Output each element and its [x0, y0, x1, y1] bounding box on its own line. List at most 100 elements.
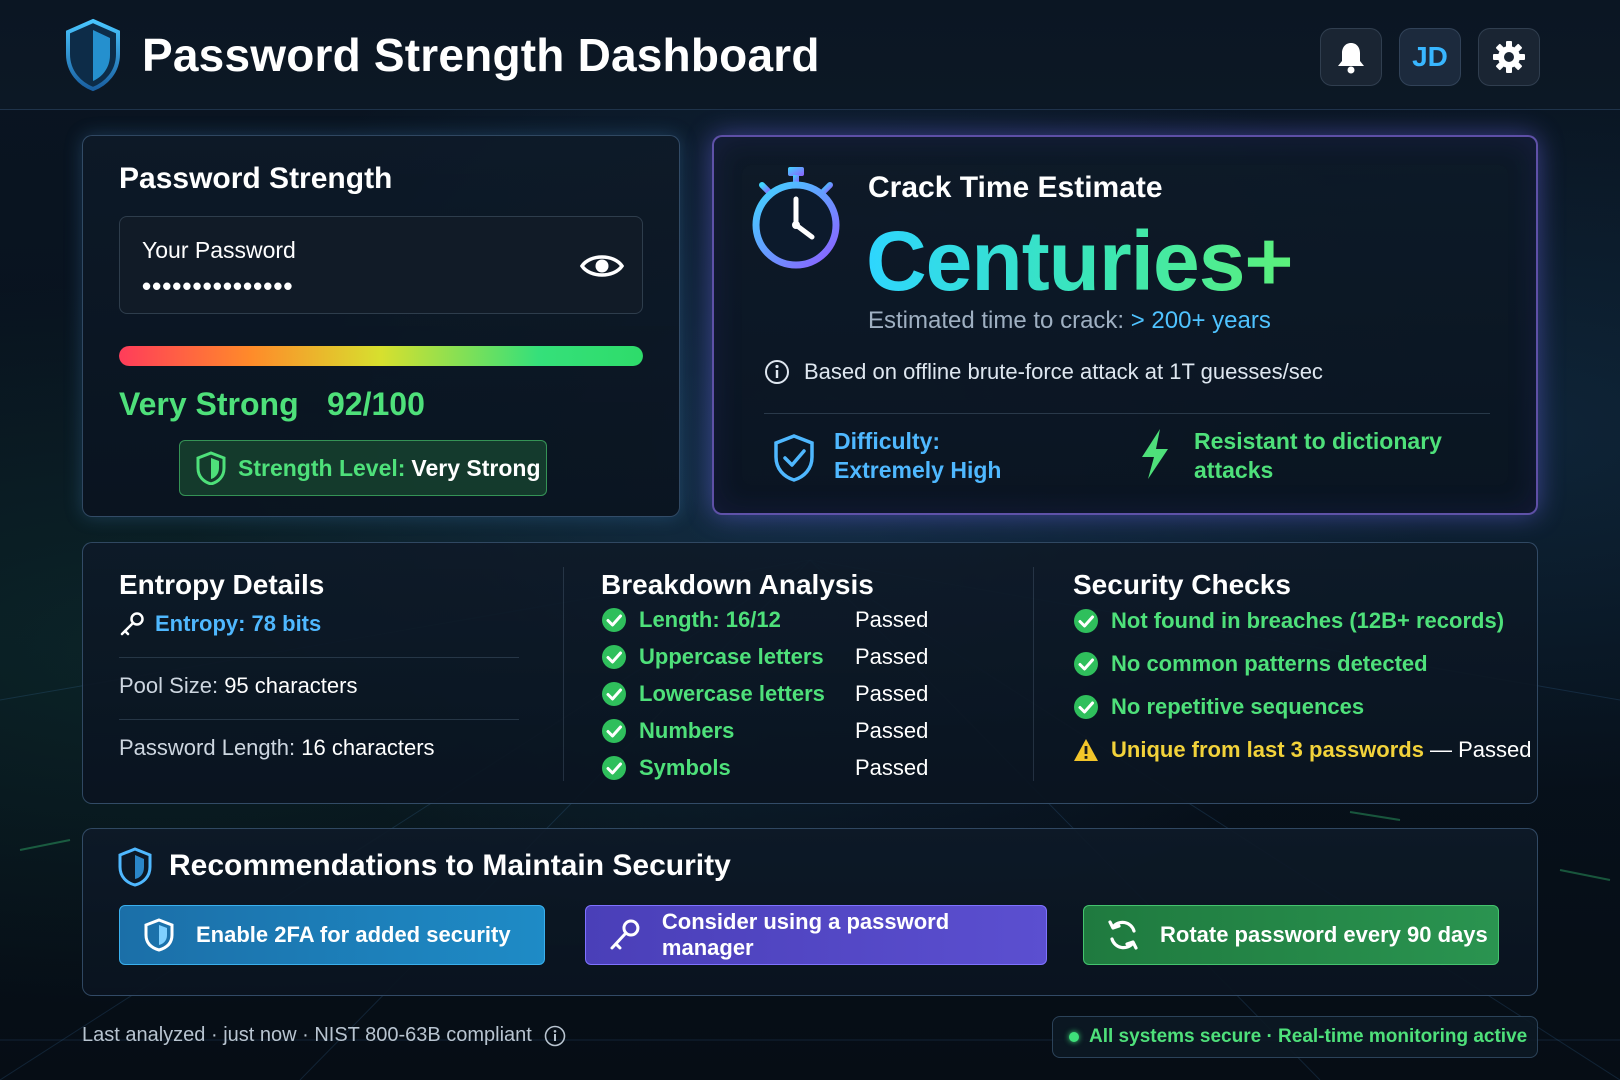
analysis-card: Entropy Details Entropy: 78 bits Pool Si… [82, 542, 1538, 804]
user-avatar-button[interactable]: JD [1399, 28, 1461, 86]
breakdown-criterion: Symbols [639, 755, 731, 780]
info-icon[interactable] [764, 359, 790, 385]
entropy-title: Entropy Details [119, 569, 325, 600]
security-check-row: No repetitive sequences [1073, 692, 1364, 722]
shield-icon [144, 918, 174, 952]
crack-time-value: Centuries+ [866, 214, 1293, 308]
gear-icon [1493, 41, 1525, 73]
check-circle-icon [601, 681, 627, 707]
attack-basis-text: Based on offline brute-force attack at 1… [804, 359, 1323, 384]
breakdown-row: Lowercase letters Passed [601, 679, 928, 709]
check-circle-icon [1073, 608, 1099, 634]
security-check-result: — Passed [1429, 737, 1532, 762]
attack-basis: Based on offline brute-force attack at 1… [764, 359, 1323, 385]
breakdown-row: Uppercase letters Passed [601, 642, 928, 672]
password-length-label: Password Length: [119, 735, 296, 760]
resistance-text: Resistant to dictionary attacks [1194, 427, 1454, 485]
password-length-value: 16 characters [301, 735, 435, 760]
rotate-password-label: Rotate password every 90 days [1160, 922, 1488, 947]
password-field[interactable]: Your Password ••••••••••••••• [119, 216, 643, 314]
shield-check-icon [774, 434, 814, 482]
settings-button[interactable] [1478, 28, 1540, 86]
pool-size-label: Pool Size: [119, 673, 219, 698]
password-manager-button[interactable]: Consider using a password manager [585, 905, 1047, 965]
footer-status: Last analyzed · just now · NIST 800-63B … [82, 1024, 566, 1047]
password-label: Your Password [142, 237, 296, 263]
difficulty-value: Extremely High [834, 457, 1002, 483]
strength-level-text: Very Strong [119, 386, 299, 422]
app-title: Password Strength Dashboard [142, 29, 820, 81]
divider [764, 413, 1490, 414]
breakdown-criterion: Lowercase letters [639, 681, 825, 706]
breakdown-status: Passed [855, 755, 929, 780]
column-divider [563, 567, 564, 781]
strength-title: Password Strength [119, 162, 393, 195]
breakdown-criterion: Numbers [639, 718, 735, 743]
shield-icon [196, 451, 226, 485]
shield-icon [118, 847, 152, 887]
entropy-text: Entropy: 78 bits [155, 611, 322, 636]
strength-score: 92/100 [327, 386, 425, 422]
password-value[interactable]: ••••••••••••••• [142, 271, 294, 302]
enable-2fa-label: Enable 2FA for added security [196, 922, 511, 947]
resistance-line-2: attacks [1194, 457, 1274, 483]
breakdown-status: Passed [855, 718, 929, 743]
resistance-line-1: Resistant to dictionary [1194, 428, 1442, 454]
shield-logo-icon [66, 18, 120, 92]
pool-size: Pool Size: 95 characters [119, 673, 357, 699]
bell-icon [1338, 43, 1364, 74]
breakdown-row: Numbers Passed [601, 716, 928, 746]
security-check-text: Unique from last 3 passwords [1111, 737, 1424, 762]
notifications-button[interactable] [1320, 28, 1382, 86]
breakdown-row: Length: 16/12 Passed [601, 605, 928, 635]
recommendations-card: Recommendations to Maintain Security Ena… [82, 828, 1538, 996]
app-header: Password Strength Dashboard JD [0, 0, 1620, 110]
recommendations-title: Recommendations to Maintain Security [169, 849, 731, 882]
breakdown-status: Passed [855, 607, 929, 632]
security-check-text: No common patterns detected [1111, 651, 1428, 676]
breakdown-title: Breakdown Analysis [601, 569, 874, 600]
estimate-line: Estimated time to crack: > 200+ years [868, 307, 1271, 335]
footer-analysis-text: Last analyzed · just now · NIST 800-63B … [82, 1024, 532, 1046]
crack-time-card: Crack Time Estimate Centuries+ Estimated… [712, 135, 1538, 515]
security-check-text: Not found in breaches (12B+ records) [1111, 608, 1505, 633]
enable-2fa-button[interactable]: Enable 2FA for added security [119, 905, 545, 965]
strength-meter-fill [119, 346, 643, 366]
system-status-badge: All systems secure · Real-time monitorin… [1052, 1016, 1538, 1058]
breakdown-row: Symbols Passed [601, 753, 928, 783]
status-dot-icon [1069, 1032, 1079, 1042]
password-length: Password Length: 16 characters [119, 735, 435, 761]
column-divider [1033, 567, 1034, 781]
info-icon[interactable] [544, 1025, 566, 1047]
breakdown-criterion: Uppercase letters [639, 644, 824, 669]
password-strength-card: Password Strength Your Password ••••••••… [82, 135, 680, 517]
security-checks-title: Security Checks [1073, 569, 1291, 600]
rotate-password-button[interactable]: Rotate password every 90 days [1083, 905, 1499, 965]
pool-size-value: 95 characters [224, 673, 358, 698]
crack-title: Crack Time Estimate [868, 171, 1163, 204]
refresh-icon [1108, 920, 1138, 950]
check-circle-icon [601, 755, 627, 781]
badge-label: Strength Level: [238, 454, 406, 481]
breakdown-criterion: Length: 16/12 [639, 607, 781, 632]
stopwatch-icon [752, 167, 840, 269]
check-circle-icon [601, 644, 627, 670]
estimate-value: > 200+ years [1130, 307, 1271, 334]
badge-value: Very Strong [411, 454, 541, 481]
security-check-row: Not found in breaches (12B+ records) [1073, 606, 1504, 636]
difficulty-label: Difficulty: [834, 428, 941, 454]
divider [119, 719, 519, 720]
estimate-prefix: Estimated time to crack: [868, 307, 1125, 334]
check-circle-icon [601, 718, 627, 744]
security-check-row: No common patterns detected [1073, 649, 1428, 679]
security-check-text: No repetitive sequences [1111, 694, 1365, 719]
divider [119, 657, 519, 658]
check-circle-icon [1073, 694, 1099, 720]
difficulty-text: Difficulty: Extremely High [834, 427, 1001, 485]
security-check-row: Unique from last 3 passwords — Passed [1073, 735, 1531, 765]
eye-icon[interactable] [580, 249, 624, 283]
check-circle-icon [601, 607, 627, 633]
password-manager-label: Consider using a password manager [661, 909, 950, 960]
key-icon [120, 612, 144, 636]
strength-meter [119, 346, 643, 366]
